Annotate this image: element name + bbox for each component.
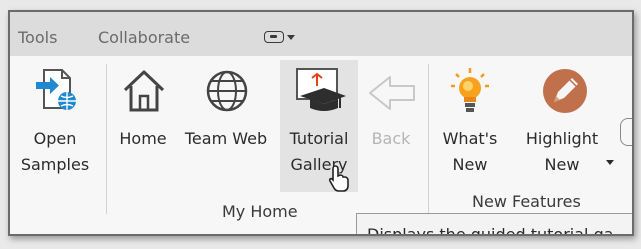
group-label-my-home: My Home bbox=[222, 202, 298, 221]
whats-new-label: What's New bbox=[442, 129, 498, 174]
menu-tools[interactable]: Tools bbox=[18, 28, 57, 47]
panel-scroll-handle[interactable] bbox=[620, 118, 632, 146]
menu-collaborate[interactable]: Collaborate bbox=[98, 28, 190, 47]
team-web-button[interactable]: Team Web bbox=[176, 62, 276, 194]
team-web-label: Team Web bbox=[184, 129, 268, 148]
chevron-down-icon[interactable] bbox=[606, 160, 614, 165]
separator bbox=[106, 64, 107, 214]
menu-bar: Tools Collaborate bbox=[10, 12, 632, 56]
ribbon-panel: Open Samples Home Team Web Tutorial Gall… bbox=[10, 56, 632, 234]
open-samples-icon bbox=[36, 69, 76, 110]
highlighter-icon bbox=[543, 69, 587, 113]
home-button[interactable]: Home bbox=[112, 62, 174, 194]
chevron-down-icon bbox=[287, 35, 295, 40]
globe-icon bbox=[206, 70, 248, 112]
home-icon bbox=[123, 70, 165, 112]
mouse-cursor-icon bbox=[328, 165, 349, 192]
ribbon-display-dropdown[interactable] bbox=[264, 27, 295, 47]
whats-new-button[interactable]: What's New bbox=[434, 62, 506, 194]
tooltip-text: Displays the guided tutorial ga bbox=[367, 225, 614, 236]
graduation-cap-icon bbox=[296, 68, 346, 111]
open-samples-button[interactable]: Open Samples bbox=[12, 62, 98, 194]
home-label: Home bbox=[119, 129, 167, 148]
highlight-new-button[interactable]: Highlight New bbox=[510, 62, 614, 194]
highlight-new-label: Highlight New bbox=[525, 129, 599, 174]
app-window: Tools Collaborate Open Samples Home Team… bbox=[8, 10, 634, 236]
arrow-left-icon bbox=[369, 76, 415, 110]
back-button[interactable]: Back bbox=[360, 62, 422, 194]
ribbon-display-icon bbox=[264, 31, 284, 43]
back-label: Back bbox=[371, 129, 411, 148]
tooltip: Displays the guided tutorial ga bbox=[356, 213, 632, 236]
lightbulb-icon bbox=[451, 68, 489, 112]
separator bbox=[428, 64, 429, 214]
open-samples-label: Open Samples bbox=[20, 129, 90, 174]
group-label-new-features: New Features bbox=[472, 192, 581, 211]
